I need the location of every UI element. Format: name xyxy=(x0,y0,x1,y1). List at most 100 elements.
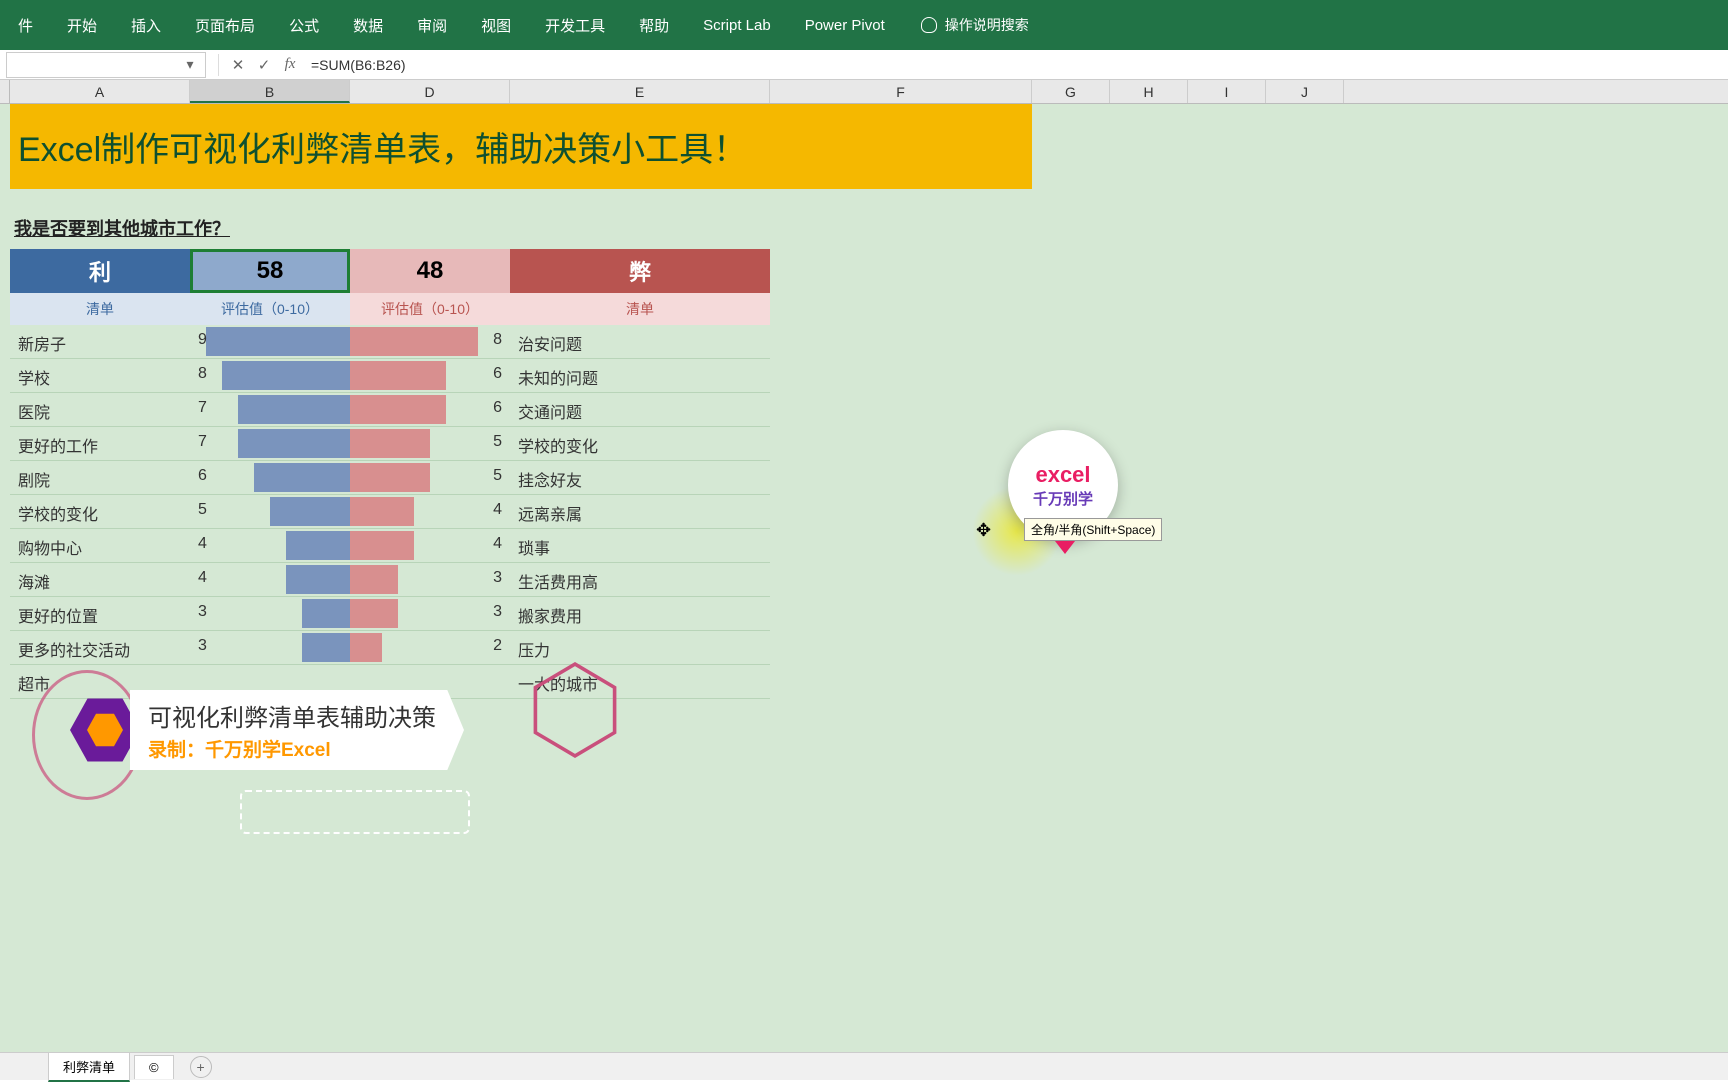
cell-pro-item[interactable]: 医院 xyxy=(10,393,190,426)
add-sheet-button[interactable]: + xyxy=(190,1056,212,1078)
annotation-dashed-box xyxy=(240,790,470,834)
ribbon-tab-file[interactable]: 件 xyxy=(12,5,39,46)
col-header-D[interactable]: D xyxy=(350,80,510,103)
cell-pro-item[interactable]: 剧院 xyxy=(10,461,190,494)
header-con: 弊 xyxy=(510,249,770,293)
lightbulb-icon xyxy=(921,17,937,33)
ribbon-tab-scriptlab[interactable]: Script Lab xyxy=(697,7,777,44)
cancel-icon[interactable]: ✕ xyxy=(225,56,251,74)
cell-pro-value[interactable]: 4 xyxy=(190,563,350,596)
cell-pro-item[interactable]: 学校 xyxy=(10,359,190,392)
sheet-tab-bar: 利弊清单 © + xyxy=(0,1052,1728,1080)
select-all-corner[interactable] xyxy=(0,80,10,103)
ribbon-tab-home[interactable]: 开始 xyxy=(61,5,103,46)
cell-con-item[interactable]: 搬家费用 xyxy=(510,597,770,630)
table-row[interactable]: 更好的位置33搬家费用 xyxy=(10,597,770,631)
fx-icon[interactable]: fx xyxy=(277,56,303,73)
col-header-I[interactable]: I xyxy=(1188,80,1266,103)
col-header-F[interactable]: F xyxy=(770,80,1032,103)
cell-con-item[interactable]: 挂念好友 xyxy=(510,461,770,494)
sub-pro-list: 清单 xyxy=(10,293,190,325)
cell-con-value[interactable]: 3 xyxy=(350,597,510,630)
cell-pro-value[interactable]: 3 xyxy=(190,631,350,664)
col-header-A[interactable]: A xyxy=(10,80,190,103)
ribbon-tab-formulas[interactable]: 公式 xyxy=(283,5,325,46)
table-row[interactable]: 更好的工作75学校的变化 xyxy=(10,427,770,461)
cell-pro-item[interactable]: 海滩 xyxy=(10,563,190,596)
table-row[interactable]: 医院76交通问题 xyxy=(10,393,770,427)
cell-pro-value[interactable]: 9 xyxy=(190,325,350,358)
cell-con-value[interactable]: 5 xyxy=(350,427,510,460)
cell-con-value[interactable]: 2 xyxy=(350,631,510,664)
ribbon-tab-dev[interactable]: 开发工具 xyxy=(539,5,611,46)
tell-me-search[interactable]: 操作说明搜索 xyxy=(921,15,1029,35)
ribbon-tab-insert[interactable]: 插入 xyxy=(125,5,167,46)
ribbon-tab-review[interactable]: 审阅 xyxy=(411,5,453,46)
cell-con-value[interactable]: 8 xyxy=(350,325,510,358)
cell-pro-value[interactable]: 5 xyxy=(190,495,350,528)
ribbon-tab-powerpivot[interactable]: Power Pivot xyxy=(799,7,891,44)
cell-pro-value[interactable]: 4 xyxy=(190,529,350,562)
cell-pro-item[interactable]: 更好的位置 xyxy=(10,597,190,630)
header-pro: 利 xyxy=(10,249,190,293)
col-header-G[interactable]: G xyxy=(1032,80,1110,103)
ribbon: 件 开始 插入 页面布局 公式 数据 审阅 视图 开发工具 帮助 Script … xyxy=(0,0,1728,50)
table-row[interactable]: 剧院65挂念好友 xyxy=(10,461,770,495)
logo-text-2: 千万别学 xyxy=(1033,488,1093,509)
chevron-down-icon[interactable]: ▾ xyxy=(181,56,199,73)
cell-con-item[interactable]: 未知的问题 xyxy=(510,359,770,392)
page-title: Excel制作可视化利弊清单表，辅助决策小工具！ xyxy=(10,104,1032,189)
sheet-tab-active[interactable]: 利弊清单 xyxy=(48,1052,130,1082)
cell-con-value[interactable]: 4 xyxy=(350,495,510,528)
cell-pro-value[interactable]: 3 xyxy=(190,597,350,630)
cell-con-value[interactable]: 6 xyxy=(350,359,510,392)
ribbon-tab-help[interactable]: 帮助 xyxy=(633,5,675,46)
table-row[interactable]: 学校的变化54远离亲属 xyxy=(10,495,770,529)
table-row[interactable]: 购物中心44琐事 xyxy=(10,529,770,563)
table-row[interactable]: 学校86未知的问题 xyxy=(10,359,770,393)
col-header-J[interactable]: J xyxy=(1266,80,1344,103)
header-pro-total[interactable]: 58 xyxy=(190,249,350,293)
col-header-E[interactable]: E xyxy=(510,80,770,103)
cell-pro-value[interactable]: 8 xyxy=(190,359,350,392)
cell-con-value[interactable]: 4 xyxy=(350,529,510,562)
cell-con-item[interactable]: 交通问题 xyxy=(510,393,770,426)
table-row[interactable]: 新房子98治安问题 xyxy=(10,325,770,359)
cell-pro-item[interactable]: 购物中心 xyxy=(10,529,190,562)
cell-pro-item[interactable]: 更好的工作 xyxy=(10,427,190,460)
sheet-tab-copyright[interactable]: © xyxy=(134,1055,174,1079)
sub-pro-score: 评估值（0-10） xyxy=(190,293,350,325)
cell-con-item[interactable]: 琐事 xyxy=(510,529,770,562)
formula-input[interactable]: =SUM(B6:B26) xyxy=(303,57,1728,73)
ribbon-tab-view[interactable]: 视图 xyxy=(475,5,517,46)
column-headers: A B D E F G H I J xyxy=(0,80,1728,104)
cursor-icon: ✥ xyxy=(976,520,991,541)
name-box[interactable]: ▾ xyxy=(6,52,206,78)
watermark-logo: excel 千万别学 ✥ 全角/半角(Shift+Space) xyxy=(1008,430,1148,570)
cell-con-item[interactable]: 学校的变化 xyxy=(510,427,770,460)
header-con-total[interactable]: 48 xyxy=(350,249,510,293)
pros-cons-table: 利 58 48 弊 清单 评估值（0-10） 评估值（0-10） 清单 新房子9… xyxy=(10,249,770,699)
cell-pro-value[interactable]: 7 xyxy=(190,427,350,460)
cell-pro-value[interactable]: 7 xyxy=(190,393,350,426)
sub-con-score: 评估值（0-10） xyxy=(350,293,510,325)
sub-con-list: 清单 xyxy=(510,293,770,325)
cell-con-value[interactable]: 3 xyxy=(350,563,510,596)
table-row[interactable]: 海滩43生活费用高 xyxy=(10,563,770,597)
cell-pro-item[interactable]: 新房子 xyxy=(10,325,190,358)
cell-con-value[interactable]: 5 xyxy=(350,461,510,494)
cell-con-item[interactable]: 生活费用高 xyxy=(510,563,770,596)
cell-pro-item[interactable]: 学校的变化 xyxy=(10,495,190,528)
ribbon-tab-data[interactable]: 数据 xyxy=(347,5,389,46)
worksheet-grid[interactable]: Excel制作可视化利弊清单表，辅助决策小工具！ 我是否要到其他城市工作？ 利 … xyxy=(0,104,1728,1054)
cell-pro-item[interactable]: 更多的社交活动 xyxy=(10,631,190,664)
cell-con-value[interactable]: 6 xyxy=(350,393,510,426)
col-header-B[interactable]: B xyxy=(190,80,350,103)
ribbon-tab-layout[interactable]: 页面布局 xyxy=(189,5,261,46)
cell-con-item[interactable]: 治安问题 xyxy=(510,325,770,358)
table-row[interactable]: 更多的社交活动32压力 xyxy=(10,631,770,665)
confirm-icon[interactable]: ✓ xyxy=(251,56,277,74)
cell-pro-value[interactable]: 6 xyxy=(190,461,350,494)
col-header-H[interactable]: H xyxy=(1110,80,1188,103)
cell-con-item[interactable]: 远离亲属 xyxy=(510,495,770,528)
